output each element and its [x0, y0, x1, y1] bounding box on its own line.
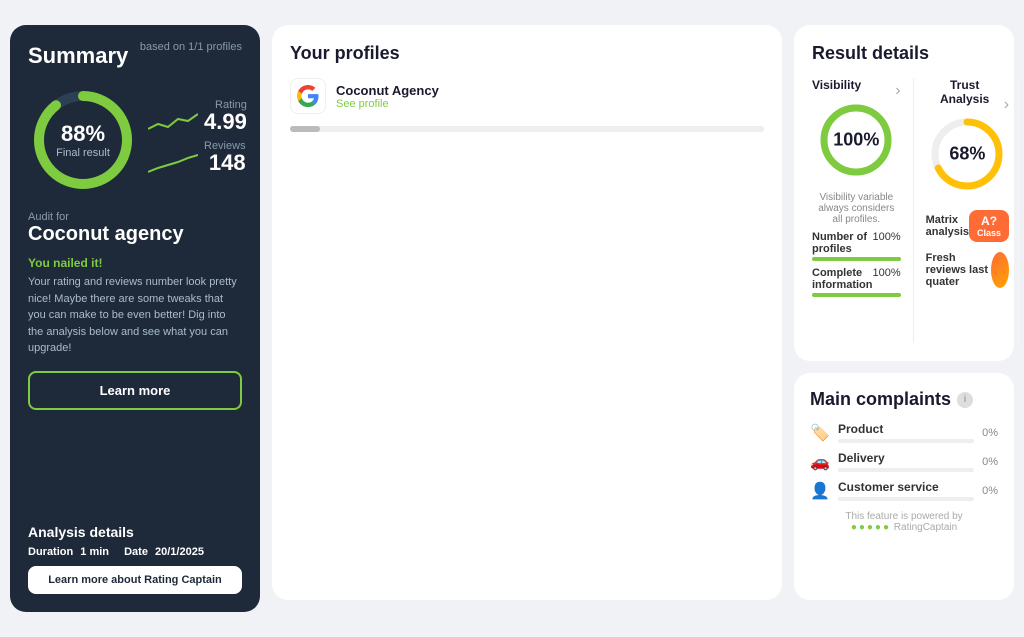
profiles-scroll-thumb: [290, 126, 320, 132]
see-profile-link[interactable]: See profile: [336, 98, 439, 110]
google-icon: [290, 78, 326, 114]
visibility-gauge: 100%: [816, 100, 896, 180]
complaint-customer-service: 👤 Customer service 0%: [810, 480, 998, 501]
matrix-label: Matrix analysis: [926, 214, 969, 238]
rating-row: Rating 4.99: [148, 99, 247, 134]
nailed-desc: Your rating and reviews number look pret…: [28, 274, 242, 357]
delivery-name: Delivery: [838, 451, 974, 465]
trust-chevron[interactable]: ›: [1004, 96, 1009, 114]
fresh-row: Fresh reviews last quater: [926, 252, 1009, 288]
matrix-value: A?: [981, 214, 997, 228]
visibility-title: Visibility: [812, 78, 861, 92]
delivery-val: 0%: [982, 456, 998, 468]
summary-panel: Summary based on 1/1 profiles 88% Final …: [10, 25, 260, 611]
date-label: Date: [124, 546, 148, 558]
complete-info-label: Complete information: [812, 267, 872, 291]
profile-info: Coconut Agency See profile: [336, 83, 439, 110]
analysis-meta: Duration 1 min Date 20/1/2025: [28, 546, 242, 558]
summary-main: 88% Final result Rating 4.99: [28, 85, 242, 195]
powered-by-text: This feature is powered by: [845, 511, 962, 522]
rating-value: 4.99: [204, 109, 247, 134]
final-result-gauge: 88% Final result: [28, 85, 138, 195]
complaints-panel: Main complaints i 🏷️ Product 0% 🚗 Delive…: [794, 373, 1014, 599]
bottom-row: Main complaints i 🏷️ Product 0% 🚗 Delive…: [794, 373, 1014, 599]
date-value: 20/1/2025: [155, 546, 204, 558]
profiles-scrollbar[interactable]: [290, 126, 764, 132]
right-top: Result details Visibility › 100%: [794, 25, 1014, 599]
rating-sparkline: [148, 109, 198, 134]
learn-more-button[interactable]: Learn more: [28, 371, 242, 410]
rating-reviews: Rating 4.99 Reviews 148: [148, 99, 247, 181]
visibility-value: 100%: [833, 130, 879, 151]
complaints-header: Main complaints i: [810, 389, 998, 410]
customer-service-info: Customer service: [838, 480, 974, 501]
learn-more-analysis-button[interactable]: Learn more about Rating Captain: [28, 566, 242, 594]
matrix-row: Matrix analysis A? Class: [926, 210, 1009, 242]
reviews-row: Reviews 148: [148, 140, 247, 175]
trust-title: Trust Analysis: [926, 78, 1004, 106]
num-profiles-val: 100%: [872, 231, 900, 255]
profiles-panel: Your profiles Coconut Agency See profile: [272, 25, 782, 599]
visibility-chevron[interactable]: ›: [895, 82, 900, 100]
num-profiles-label: Number of profiles: [812, 231, 872, 255]
summary-title: Summary: [28, 43, 128, 69]
complaints-title: Main complaints: [810, 389, 951, 410]
final-label: Final result: [56, 147, 110, 159]
customer-service-bar: [838, 497, 974, 501]
donut-label: 88% Final result: [56, 121, 110, 159]
matrix-class: Class: [977, 228, 1001, 238]
powered-by: This feature is powered by ●●●●● RatingC…: [810, 511, 998, 533]
reviews-value: 148: [209, 150, 246, 175]
duration-label: Duration: [28, 546, 73, 558]
complete-info-row: Complete information 100%: [812, 267, 901, 291]
analysis-title: Analysis details: [28, 524, 242, 540]
delivery-bar: [838, 468, 974, 472]
reviews-block: Reviews 148: [204, 140, 246, 175]
fresh-label: Fresh reviews last quater: [926, 252, 992, 288]
trust-col: Trust Analysis › 68% Matrix analysis: [913, 78, 1022, 343]
num-profiles-row: Number of profiles 100%: [812, 231, 901, 255]
reviews-sparkline: [148, 150, 198, 175]
matrix-badge: A? Class: [969, 210, 1009, 242]
profile-name: Coconut Agency: [336, 83, 439, 98]
nailed-it-label: You nailed it!: [28, 256, 242, 270]
customer-service-icon: 👤: [810, 481, 830, 501]
profile-item: Coconut Agency See profile: [290, 78, 764, 114]
trust-gauge: 68%: [927, 114, 1007, 194]
dashboard: Summary based on 1/1 profiles 88% Final …: [10, 25, 1014, 611]
product-icon: 🏷️: [810, 423, 830, 443]
rating-block: Rating 4.99: [204, 99, 247, 134]
rating-captain-brand: RatingCaptain: [894, 522, 957, 533]
complaints-info-icon[interactable]: i: [957, 392, 973, 408]
product-name: Product: [838, 422, 974, 436]
result-row: Visibility › 100% Visibility variable al…: [812, 78, 996, 343]
complete-info-val: 100%: [872, 267, 900, 291]
customer-service-val: 0%: [982, 485, 998, 497]
analysis-details: Analysis details Duration 1 min Date 20/…: [28, 524, 242, 594]
rating-captain-dots: ●●●●●: [851, 522, 891, 533]
agency-name: Coconut agency: [28, 223, 242, 246]
visibility-col: Visibility › 100% Visibility variable al…: [812, 78, 901, 343]
customer-service-name: Customer service: [838, 480, 974, 494]
complaint-delivery: 🚗 Delivery 0%: [810, 451, 998, 472]
complaint-product: 🏷️ Product 0%: [810, 422, 998, 443]
trust-value: 68%: [949, 144, 985, 165]
result-details-title: Result details: [812, 43, 996, 64]
profiles-title: Your profiles: [290, 43, 764, 64]
visibility-note: Visibility variable always considers all…: [812, 192, 901, 225]
duration-value: 1 min: [80, 546, 109, 558]
product-bar: [838, 439, 974, 443]
based-on-text: based on 1/1 profiles: [140, 41, 242, 53]
fresh-indicator: [991, 252, 1009, 288]
product-val: 0%: [982, 427, 998, 439]
final-percent: 88%: [56, 121, 110, 147]
product-info: Product: [838, 422, 974, 443]
delivery-info: Delivery: [838, 451, 974, 472]
delivery-icon: 🚗: [810, 452, 830, 472]
audit-for-label: Audit for: [28, 211, 242, 223]
result-details-panel: Result details Visibility › 100%: [794, 25, 1014, 361]
